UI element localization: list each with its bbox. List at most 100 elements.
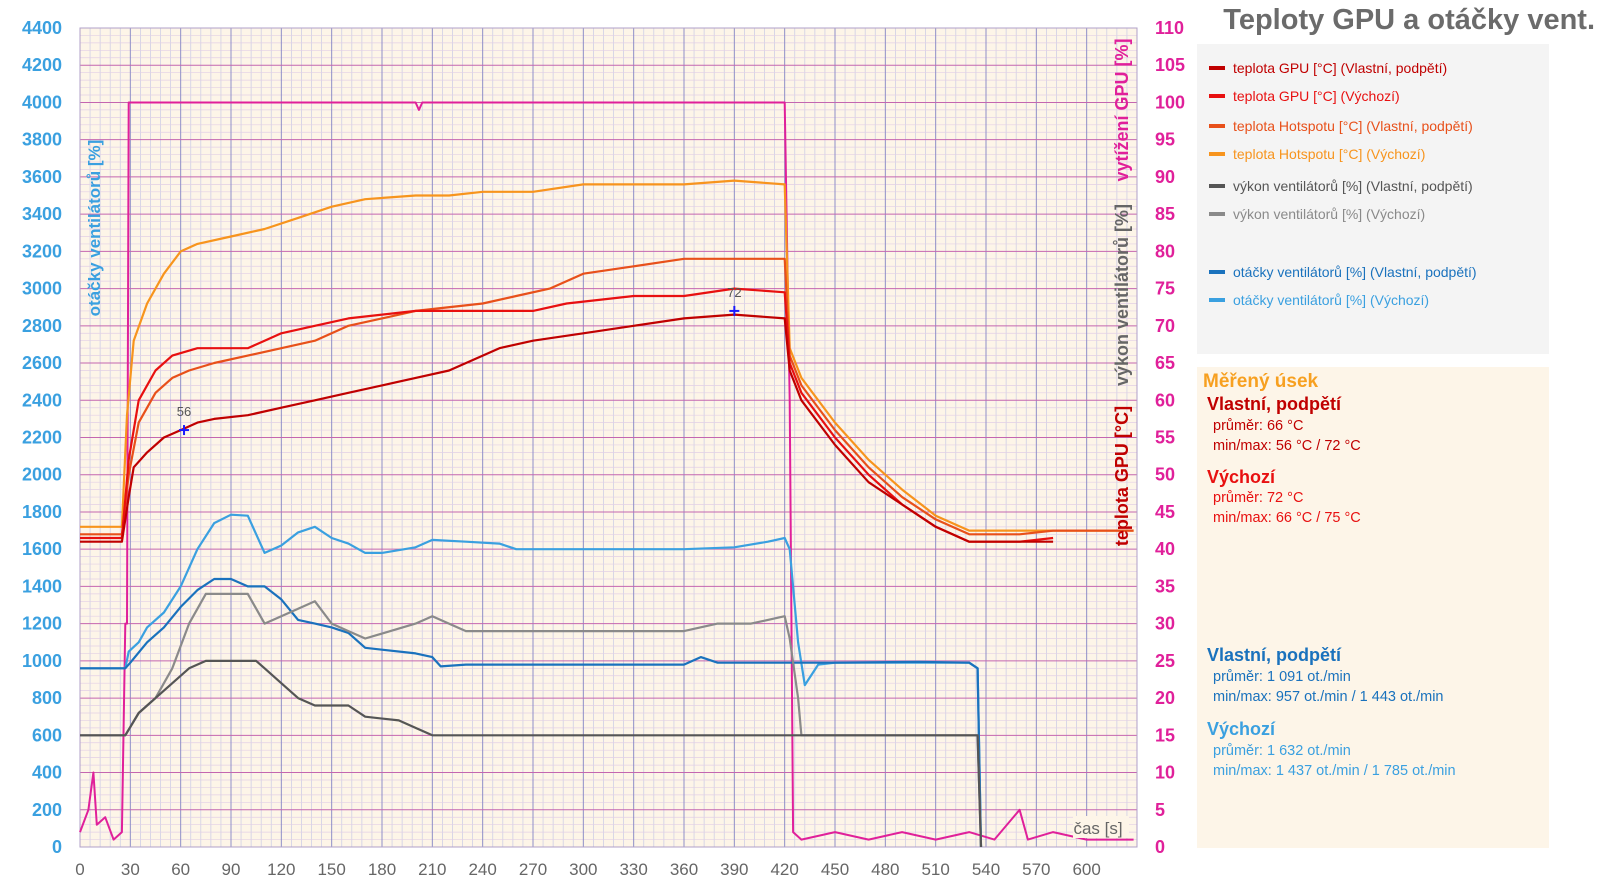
right-tick-label: 5	[1155, 800, 1165, 820]
right-tick-label: 40	[1155, 539, 1175, 559]
temp-default-minmax: min/max: 66 °C / 75 °C	[1213, 510, 1361, 526]
legend-label: otáčky ventilátorů [%] (Výchozí)	[1233, 292, 1430, 308]
x-tick-label: 510	[921, 860, 949, 879]
legend-item: teplota Hotspotu [°C] (Výchozí)	[1209, 144, 1425, 164]
right-tick-label: 20	[1155, 688, 1175, 708]
left-tick-label: 400	[32, 763, 62, 783]
chart-title: Teploty GPU a otáčky vent.	[1223, 4, 1595, 36]
x-tick-label: 60	[171, 860, 190, 879]
x-tick-label: 480	[871, 860, 899, 879]
left-tick-label: 4200	[22, 55, 62, 75]
right-tick-label: 90	[1155, 167, 1175, 187]
right-tick-label: 110	[1155, 18, 1184, 38]
right-tick-label: 105	[1155, 55, 1185, 75]
right-axis-ticks: 0 5 10 15 20 25 30 35 40 45 50 55 60 65 70 75 80 85 90 95 10…	[1155, 18, 1185, 857]
right-tick-label: 30	[1155, 614, 1175, 634]
x-tick-label: 450	[821, 860, 849, 879]
left-tick-label: 4400	[22, 18, 62, 38]
right-axis-label-fan: výkon ventilátorů [%]	[1112, 204, 1132, 386]
left-tick-label: 1000	[22, 651, 62, 671]
right-tick-label: 55	[1155, 428, 1175, 448]
left-tick-label: 2200	[22, 428, 62, 448]
annotation-label: 72	[727, 285, 741, 300]
left-tick-label: 2400	[22, 390, 62, 410]
legend-label: výkon ventilátorů [%] (Vlastní, podpětí)	[1233, 178, 1473, 194]
x-axis-ticks: 0 30 60 90 120 150 180 210 240 270 300 330 360 390 420…	[75, 860, 1101, 879]
legend-swatch	[1209, 184, 1225, 188]
legend-label: teplota Hotspotu [°C] (Výchozí)	[1233, 146, 1426, 162]
left-tick-label: 4000	[22, 92, 62, 112]
right-tick-label: 70	[1155, 316, 1175, 336]
left-tick-label: 1800	[22, 502, 62, 522]
x-tick-label: 600	[1072, 860, 1100, 879]
x-axis-label: čas [s]	[1073, 819, 1122, 838]
left-tick-label: 800	[32, 688, 62, 708]
right-tick-label: 75	[1155, 279, 1175, 299]
x-tick-label: 390	[720, 860, 748, 879]
left-tick-label: 1600	[22, 539, 62, 559]
legend-label: výkon ventilátorů [%] (Výchozí)	[1233, 206, 1426, 222]
legend: teplota GPU [°C] (Vlastní, podpětí) teplo…	[1197, 44, 1549, 354]
x-tick-label: 150	[317, 860, 345, 879]
legend-swatch	[1209, 152, 1225, 156]
right-tick-label: 35	[1155, 576, 1175, 596]
rpm-custom-minmax: min/max: 957 ot./min / 1 443 ot./min	[1213, 689, 1444, 705]
left-tick-label: 2800	[22, 316, 62, 336]
right-tick-label: 80	[1155, 241, 1175, 261]
x-tick-label: 330	[619, 860, 647, 879]
temp-custom-title: Vlastní, podpětí	[1207, 394, 1342, 414]
stats-panel: Měřený úsek Vlastní, podpětí průměr: 66 …	[1197, 367, 1549, 848]
left-tick-label: 200	[32, 800, 62, 820]
x-tick-label: 420	[770, 860, 798, 879]
legend-swatch	[1209, 212, 1225, 216]
x-tick-label: 120	[267, 860, 295, 879]
left-tick-label: 3600	[22, 167, 62, 187]
rpm-default-minmax: min/max: 1 437 ot./min / 1 785 ot./min	[1213, 763, 1456, 779]
x-tick-label: 180	[368, 860, 396, 879]
right-tick-label: 0	[1155, 837, 1165, 857]
x-tick-label: 270	[519, 860, 547, 879]
legend-swatch	[1209, 66, 1225, 70]
legend-swatch	[1209, 270, 1225, 274]
left-axis-ticks: 0 200 400 600 800 1000 1200 1400 1600 1800 2000 220…	[22, 18, 62, 857]
x-tick-label: 0	[75, 860, 84, 879]
left-tick-label: 2600	[22, 353, 62, 373]
temp-default-avg: průměr: 72 °C	[1213, 490, 1304, 506]
right-axis-label-load: vytížení GPU [%]	[1112, 38, 1132, 181]
legend-item: otáčky ventilátorů [%] (Vlastní, podpětí…	[1209, 262, 1477, 282]
left-tick-label: 3800	[22, 130, 62, 150]
x-tick-label: 570	[1022, 860, 1050, 879]
left-tick-label: 3400	[22, 204, 62, 224]
left-axis-label: otáčky ventilátorů [%]	[85, 140, 104, 317]
x-tick-label: 30	[121, 860, 140, 879]
right-tick-label: 45	[1155, 502, 1175, 522]
rpm-custom-avg: průměr: 1 091 ot./min	[1213, 669, 1351, 685]
rpm-custom-title: Vlastní, podpětí	[1207, 645, 1342, 665]
left-tick-label: 3200	[22, 241, 62, 261]
right-tick-label: 10	[1155, 763, 1175, 783]
legend-swatch	[1209, 298, 1225, 302]
temp-custom-avg: průměr: 66 °C	[1213, 418, 1304, 434]
temp-custom-minmax: min/max: 56 °C / 72 °C	[1213, 438, 1361, 454]
x-tick-label: 240	[468, 860, 496, 879]
stats-header: Měřený úsek	[1203, 371, 1319, 392]
legend-item: výkon ventilátorů [%] (Výchozí)	[1209, 204, 1425, 224]
temp-default-title: Výchozí	[1207, 467, 1276, 487]
left-tick-label: 2000	[22, 465, 62, 485]
right-tick-label: 50	[1155, 465, 1175, 485]
legend-item: výkon ventilátorů [%] (Vlastní, podpětí)	[1209, 176, 1473, 196]
right-tick-label: 85	[1155, 204, 1175, 224]
legend-swatch	[1209, 124, 1225, 128]
left-tick-label: 1200	[22, 614, 62, 634]
right-axis-label-temp: teplota GPU [°C]	[1112, 406, 1132, 546]
legend-item: teplota GPU [°C] (Výchozí)	[1209, 86, 1400, 106]
legend-item: teplota GPU [°C] (Vlastní, podpětí)	[1209, 58, 1447, 78]
right-tick-label: 95	[1155, 130, 1175, 150]
right-tick-label: 65	[1155, 353, 1175, 373]
left-tick-label: 3000	[22, 279, 62, 299]
legend-label: teplota GPU [°C] (Vlastní, podpětí)	[1233, 60, 1448, 76]
x-tick-label: 360	[670, 860, 698, 879]
right-tick-label: 25	[1155, 651, 1175, 671]
right-tick-label: 60	[1155, 390, 1175, 410]
legend-item: otáčky ventilátorů [%] (Výchozí)	[1209, 290, 1429, 310]
